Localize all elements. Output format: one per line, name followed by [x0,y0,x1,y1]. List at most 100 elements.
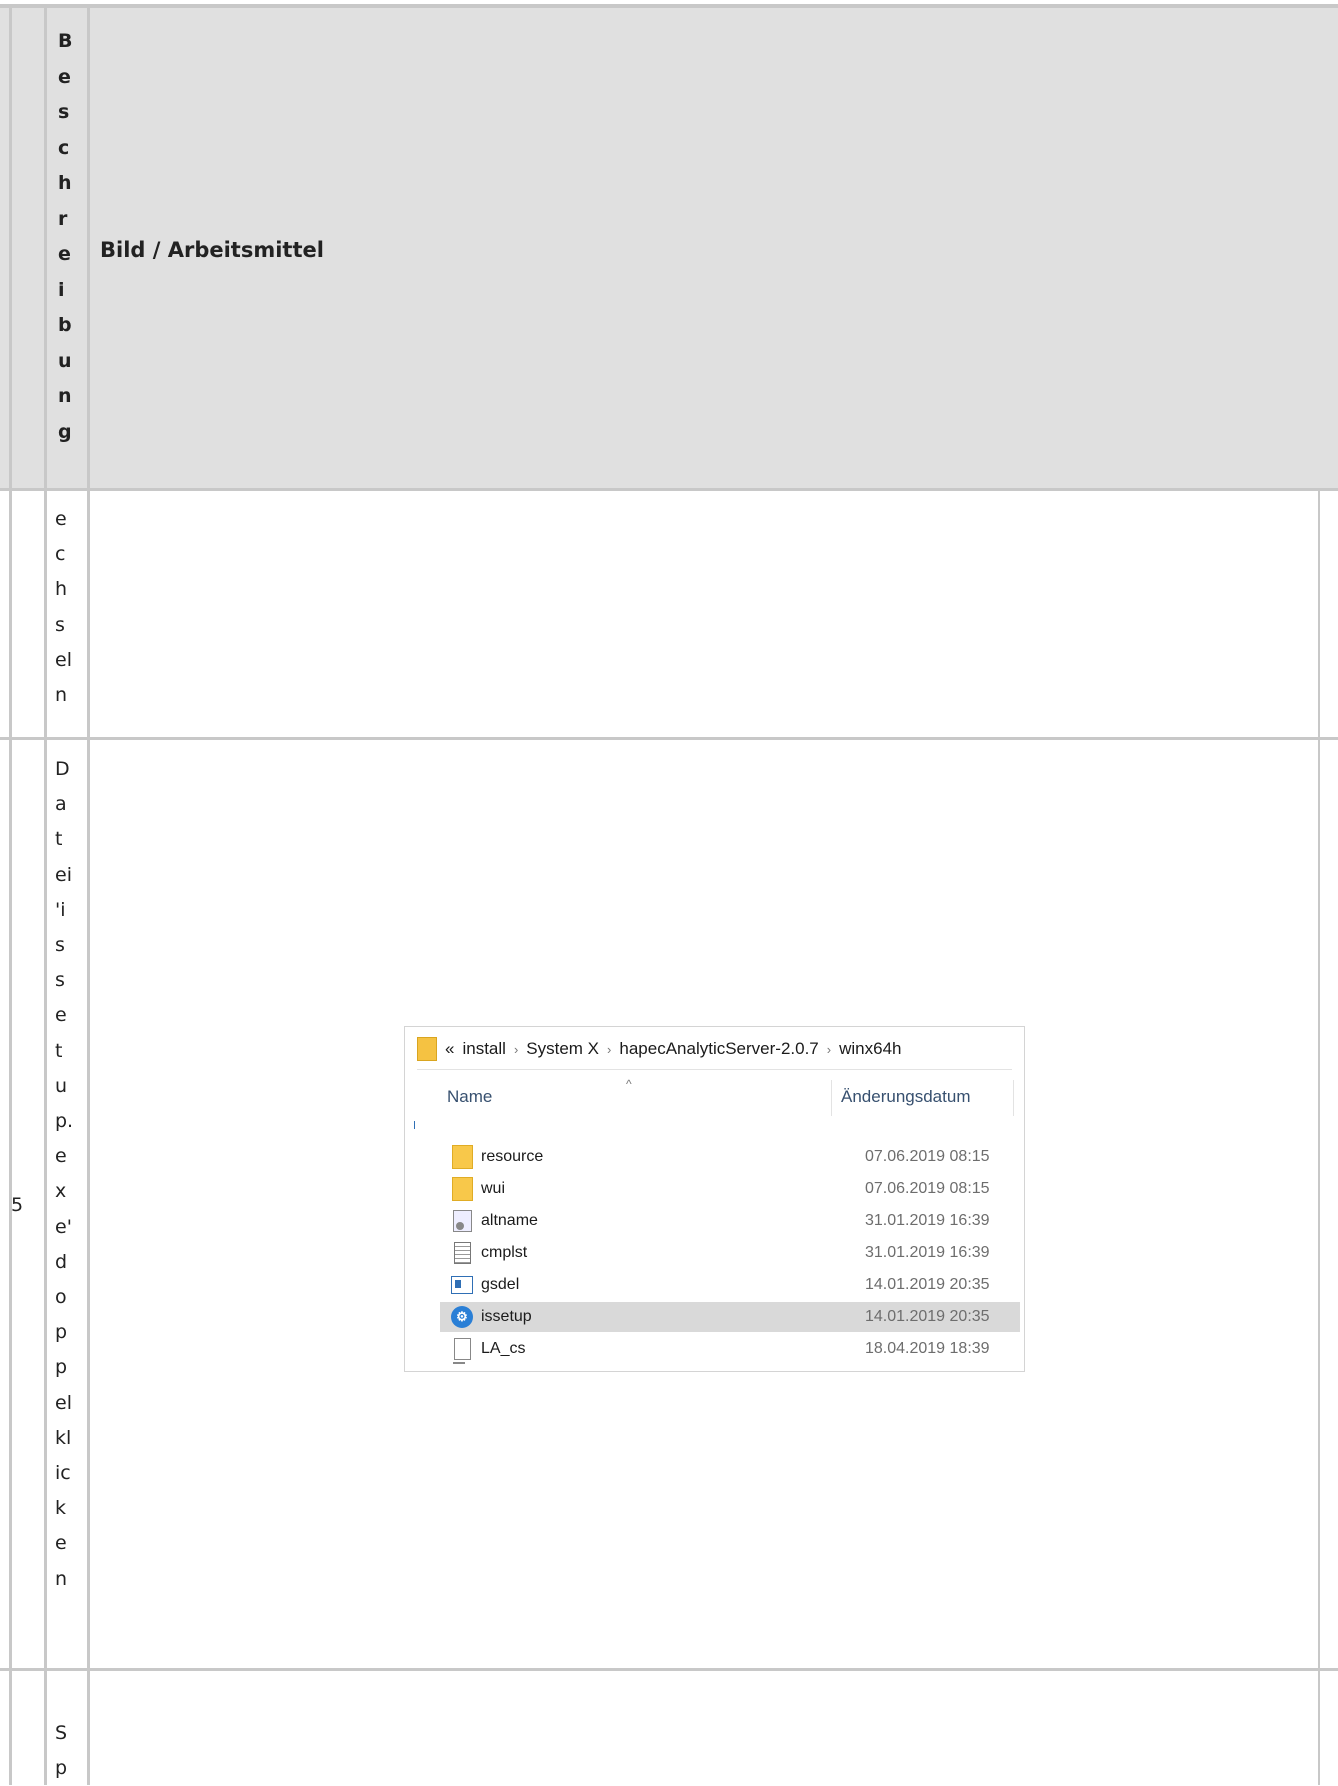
description-fragment: ic [55,1462,71,1485]
description-fragment: ei [55,863,72,886]
header-letter: i [58,278,65,301]
description-fragment: h [55,578,68,601]
description-fragment: el [55,648,72,671]
file-row-selected[interactable]: ⚙ issetup 14.01.2019 20:35 [440,1302,1020,1332]
header-letter: r [58,207,68,230]
config-file-icon [452,1210,472,1232]
header-letter: h [58,172,72,194]
description-fragment: e [55,1004,67,1027]
explorer-screenshot: « install › System X › hapecAnalyticServ… [404,1026,1025,1372]
column-divider [9,8,12,1785]
header-letter: u [58,349,72,372]
column-header-name[interactable]: Name [447,1087,492,1121]
file-row[interactable]: gsdel 14.01.2019 20:35 [443,1270,1003,1300]
chevron-right-icon: › [607,1041,612,1057]
description-fragment: d [55,1250,68,1273]
file-name: issetup [481,1308,532,1325]
description-fragment: p [55,1757,68,1780]
description-fragment: s [55,613,65,636]
description-fragment: p. [55,1110,74,1133]
sort-ascending-icon: ^ [626,1077,632,1091]
address-bar[interactable]: « install › System X › hapecAnalyticServ… [417,1033,1017,1065]
row-divider [0,737,1338,740]
application-icon [451,1276,473,1294]
row-description-vertical: D a t ei 'i s s e t u p. e x e' d o p p … [55,752,73,1597]
file-row[interactable]: altname 31.01.2019 16:39 [443,1206,1003,1236]
text-file-icon [453,1242,471,1264]
column-separator[interactable] [1013,1080,1014,1116]
file-name: wui [481,1180,506,1197]
file-date: 31.01.2019 16:39 [865,1212,990,1229]
header-description-vertical: B e s c h r e i b u n g [58,24,72,450]
chevron-right-icon: › [513,1041,519,1057]
description-fragment: S [55,1722,68,1744]
description-fragment: e [55,1145,67,1168]
description-fragment: e' [55,1215,72,1238]
pane-edge-marker [414,1121,415,1129]
table-top-border [0,4,1338,8]
header-letter: e [58,65,71,88]
row-description-vertical: S p [55,1716,67,1786]
description-fragment: kl [55,1426,72,1449]
description-fragment: 'i [55,898,66,921]
description-fragment: o [55,1286,67,1309]
description-fragment: c [55,543,66,566]
file-name: resource [481,1148,544,1165]
description-fragment: e [55,1532,67,1555]
breadcrumb-item[interactable]: System X [526,1039,599,1059]
header-image-column-title: Bild / Arbeitsmittel [100,238,324,262]
row-description-vertical: e c h s el n [55,502,72,713]
description-fragment: t [55,1039,63,1062]
file-name: LA_cs [481,1340,526,1357]
description-fragment: p [55,1356,68,1379]
breadcrumb-overflow[interactable]: « [445,1039,454,1059]
description-fragment: t [55,828,63,851]
file-date: 18.04.2019 18:39 [865,1340,990,1357]
row-divider [0,1668,1338,1671]
file-date: 31.01.2019 16:39 [865,1244,990,1261]
row-divider [0,488,1338,491]
header-letter: c [58,136,70,159]
description-fragment: n [55,684,68,707]
file-date: 07.06.2019 08:15 [865,1148,990,1165]
description-fragment: D [55,758,70,780]
chevron-right-icon: › [826,1041,832,1057]
file-date: 14.01.2019 20:35 [865,1308,990,1325]
file-name: gsdel [481,1276,520,1293]
header-letter: B [58,30,73,52]
description-fragment: el [55,1391,72,1414]
column-separator[interactable] [831,1080,832,1116]
file-row[interactable]: wui 07.06.2019 08:15 [443,1174,1003,1204]
folder-icon [451,1145,473,1169]
header-letter: b [58,314,72,336]
description-fragment: x [55,1180,67,1203]
file-row[interactable]: cmplst 31.01.2019 16:39 [443,1238,1003,1268]
description-fragment: k [55,1497,67,1520]
breadcrumb-item[interactable]: winx64h [839,1039,901,1059]
description-fragment: a [55,793,67,816]
description-fragment: p [55,1321,68,1344]
breadcrumb-item[interactable]: install [462,1039,505,1059]
file-icon [453,1338,471,1360]
header-letter: g [58,420,72,443]
folder-icon [417,1037,437,1061]
file-row[interactable]: LA_cs 18.04.2019 18:39 [443,1334,1003,1364]
row-number: 5 [11,1194,24,1216]
column-header-date[interactable]: Änderungsdatum [841,1087,970,1121]
column-divider [87,8,90,1785]
address-bar-divider [417,1069,1012,1070]
file-row[interactable]: resource 07.06.2019 08:15 [443,1142,1003,1172]
column-divider [44,8,47,1785]
file-date: 07.06.2019 08:15 [865,1180,990,1197]
column-divider [1318,488,1320,1785]
folder-icon [451,1177,473,1201]
breadcrumb-item[interactable]: hapecAnalyticServer-2.0.7 [619,1039,818,1059]
header-letter: s [58,101,70,123]
file-name: altname [481,1212,538,1229]
partial-row-edge [453,1362,465,1364]
file-date: 14.01.2019 20:35 [865,1276,990,1293]
description-fragment: s [55,969,65,992]
header-letter: e [58,243,71,265]
description-fragment: u [55,1074,68,1097]
description-fragment: n [55,1567,68,1590]
